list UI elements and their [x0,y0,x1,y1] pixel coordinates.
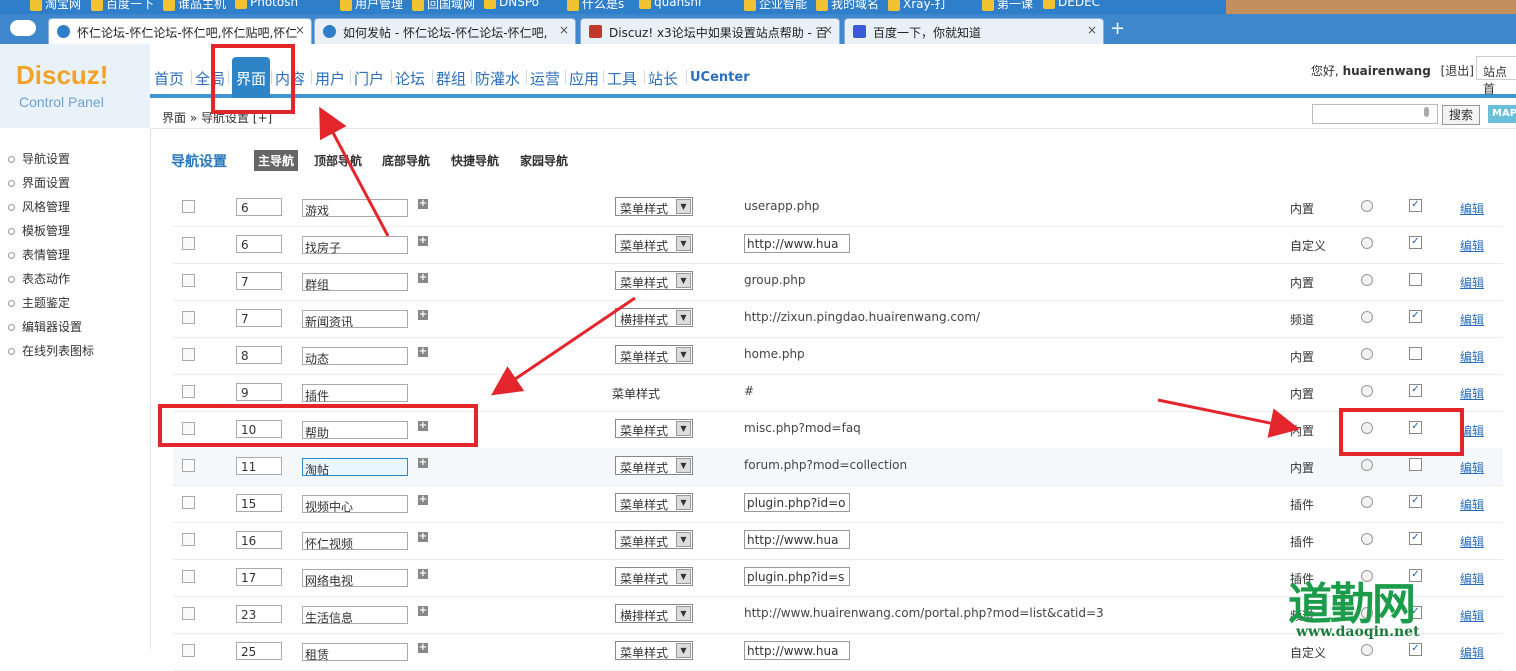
annotation-arrows [319,106,1300,438]
arrow-to-nav [319,106,390,237]
arrow-to-toggles [1157,398,1300,438]
arrow-to-row [491,296,636,396]
watermark-logo: 道勤网 [1288,579,1416,630]
watermark-url: www.daoqin.net [1296,624,1420,640]
